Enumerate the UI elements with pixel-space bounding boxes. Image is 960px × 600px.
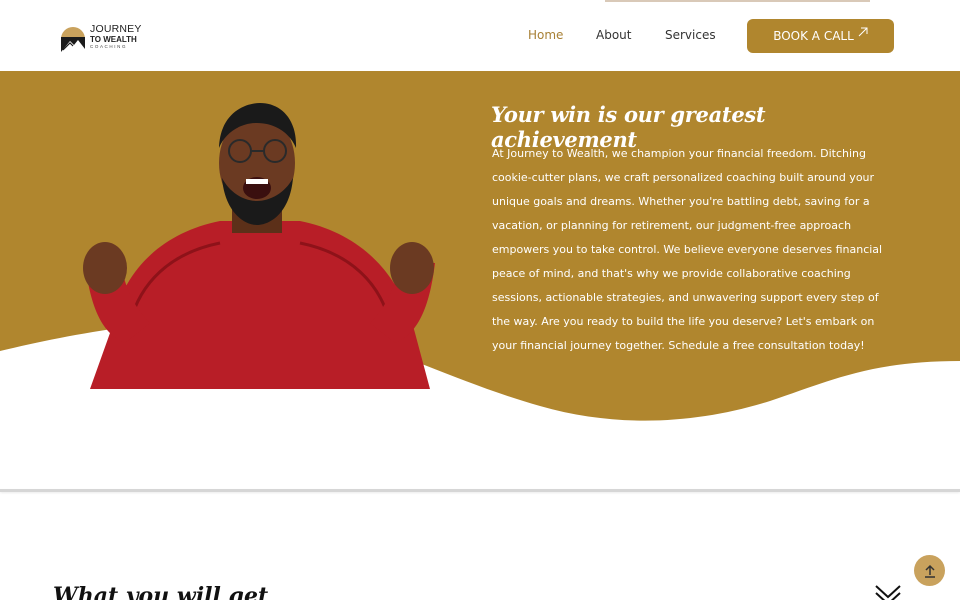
section-divider bbox=[0, 489, 960, 492]
scroll-to-top-button[interactable] bbox=[914, 555, 945, 586]
logo-text-to-wealth: TO WEALTH bbox=[90, 35, 137, 44]
hero-description: At Journey to Wealth, we champion your f… bbox=[492, 147, 883, 352]
hero-section: Your win is our greatest achievement At … bbox=[0, 71, 960, 490]
logo-text-journey: JOURNEY bbox=[90, 23, 142, 35]
top-strip bbox=[605, 0, 870, 2]
nav-services[interactable]: Services bbox=[665, 28, 716, 42]
book-call-label: BOOK A CALL bbox=[773, 29, 854, 43]
nav-about[interactable]: About bbox=[596, 28, 631, 42]
hero-image-excited-man bbox=[83, 103, 435, 389]
site-header: JOURNEY TO WEALTH COACHING Home About Se… bbox=[0, 0, 960, 71]
arrow-up-icon bbox=[924, 564, 935, 578]
book-call-button[interactable]: BOOK A CALL bbox=[747, 19, 894, 53]
logo-mountain-icon bbox=[61, 27, 85, 52]
arrow-up-right-icon bbox=[858, 27, 868, 37]
chevron-down-icon[interactable] bbox=[874, 584, 902, 600]
logo-text-coaching: COACHING bbox=[90, 44, 128, 49]
logo[interactable]: JOURNEY TO WEALTH COACHING bbox=[59, 19, 159, 55]
what-you-will-get-title: What you will get bbox=[53, 583, 269, 600]
nav-home[interactable]: Home bbox=[528, 28, 563, 42]
